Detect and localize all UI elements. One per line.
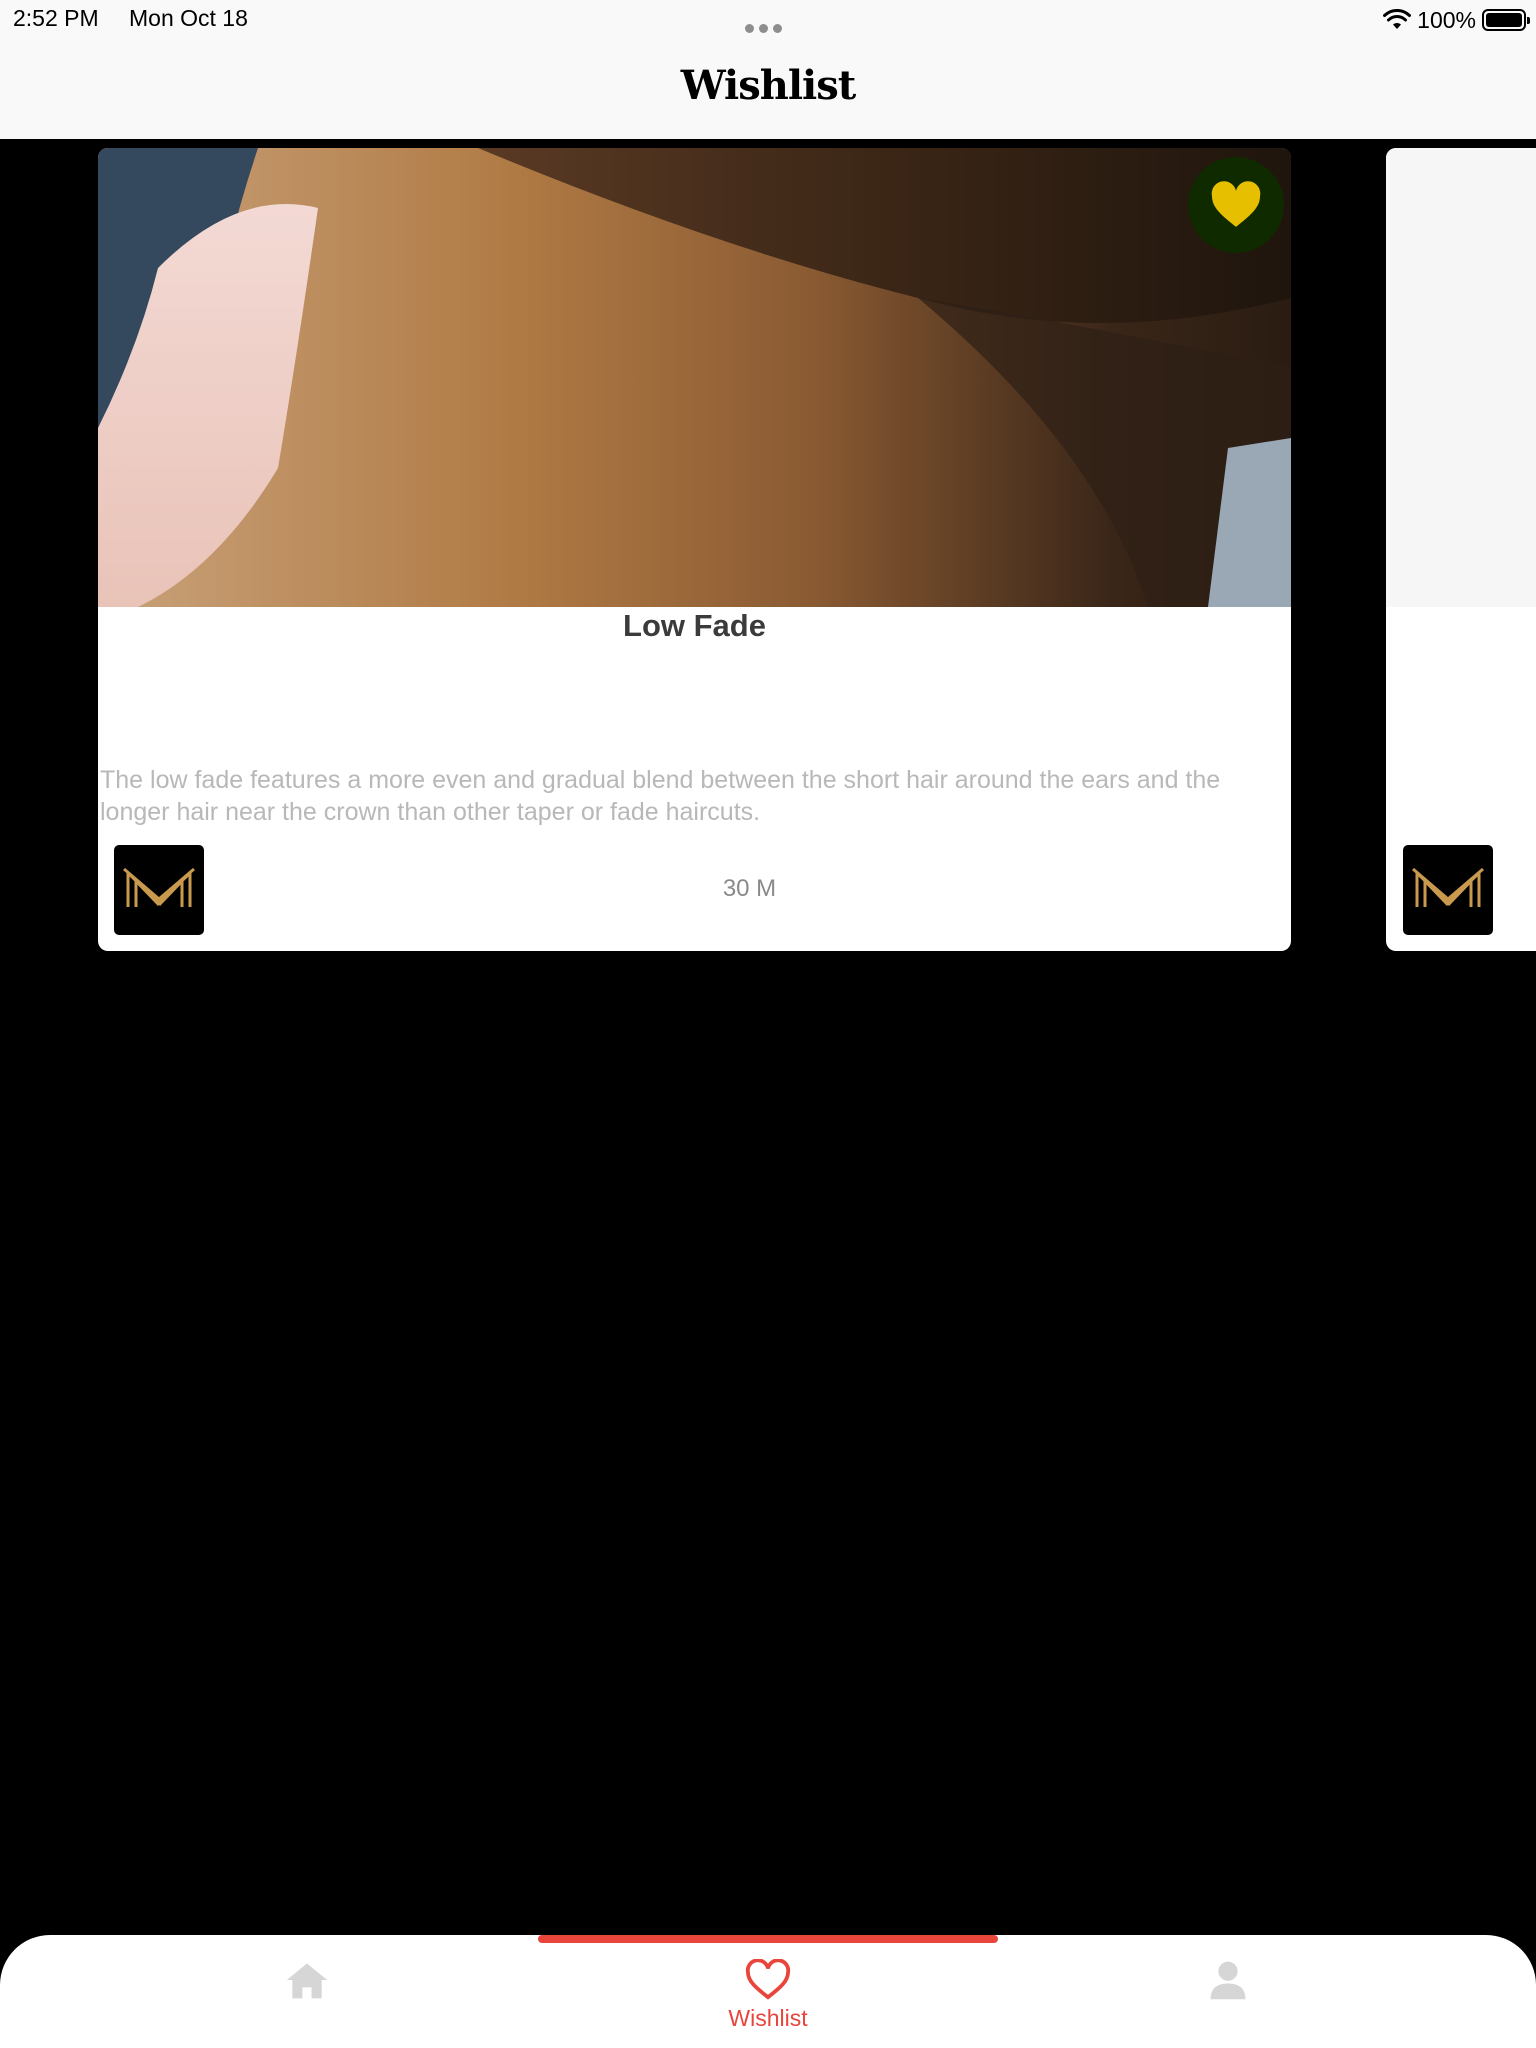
- battery-percentage: 100%: [1417, 6, 1476, 33]
- favorite-button[interactable]: [1188, 157, 1284, 253]
- battery-icon: [1482, 9, 1530, 31]
- home-icon: [286, 1963, 328, 1999]
- heart-filled-icon: [1211, 181, 1261, 227]
- status-bar: 2:52 PM Mon Oct 18 100%: [0, 0, 1536, 44]
- haircut-photo: [98, 148, 1291, 607]
- heart-icon: [745, 1959, 791, 2000]
- wishlist-card-next[interactable]: [1386, 148, 1536, 951]
- card-description: The low fade features a more even and gr…: [100, 766, 1221, 826]
- wifi-icon: [1383, 9, 1412, 29]
- barbershop-logo: [1403, 845, 1493, 935]
- page-title: Wishlist: [680, 62, 856, 109]
- multitasking-dots-icon[interactable]: [745, 20, 791, 33]
- active-tab-indicator: [538, 1935, 998, 1943]
- tab-wishlist-label: Wishlist: [728, 2005, 808, 2031]
- status-indicators: 100%: [1383, 4, 1530, 36]
- wishlist-card[interactable]: Low Fade The low fade features a more ev…: [98, 148, 1291, 951]
- status-date: Mon Oct 18: [129, 5, 248, 31]
- card-duration: 30 M: [722, 875, 777, 902]
- tab-home[interactable]: [247, 1959, 367, 2039]
- tab-wishlist[interactable]: Wishlist: [708, 1959, 828, 2039]
- card-title: Low Fade: [623, 608, 766, 643]
- haircut-photo-placeholder: [1386, 148, 1536, 607]
- person-icon: [1210, 1961, 1246, 2000]
- tab-bar: Wishlist: [0, 1935, 1536, 2048]
- tab-profile[interactable]: [1168, 1959, 1288, 2039]
- navigation-bar: Wishlist: [0, 44, 1536, 139]
- status-time: 2:52 PM: [13, 5, 99, 31]
